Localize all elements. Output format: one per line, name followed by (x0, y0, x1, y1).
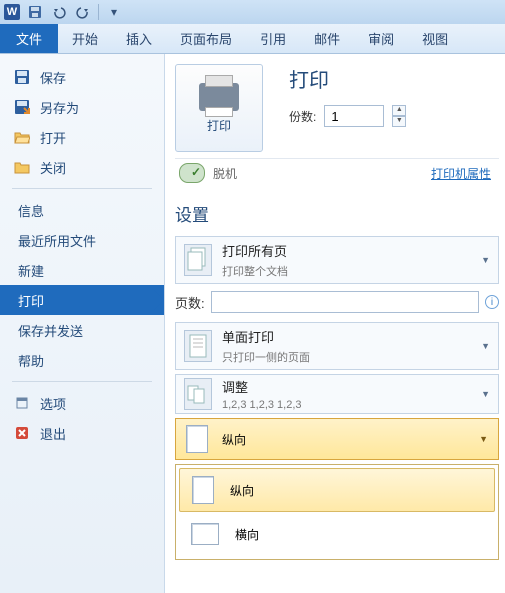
sidebar-label: 关闭 (40, 158, 66, 177)
save-icon (14, 69, 30, 85)
sidebar-item-saveas[interactable]: 另存为 (0, 92, 164, 122)
portrait-page-icon (186, 425, 208, 453)
spinner-up-icon[interactable]: ▲ (392, 105, 406, 116)
ribbon-tabstrip: 文件 开始 插入 页面布局 引用 邮件 审阅 视图 (0, 24, 505, 54)
sidebar-item-recent[interactable]: 最近所用文件 (0, 225, 164, 255)
print-range-dropdown[interactable]: 打印所有页 打印整个文档 ▼ (175, 236, 499, 284)
exit-icon (14, 425, 30, 441)
sidebar-item-open[interactable]: 打开 (0, 122, 164, 152)
print-button[interactable]: 打印 (175, 64, 263, 152)
sidebar-separator (12, 188, 152, 189)
duplex-dropdown[interactable]: 单面打印 只打印一侧的页面 ▼ (175, 322, 499, 370)
redo-qat-icon[interactable] (74, 3, 92, 21)
orientation-option-label: 横向 (235, 526, 259, 543)
tab-review[interactable]: 审阅 (354, 24, 408, 53)
sidebar-label: 另存为 (40, 98, 79, 117)
collate-sub: 1,2,3 1,2,3 1,2,3 (222, 399, 302, 411)
sidebar-item-new[interactable]: 新建 (0, 255, 164, 285)
sidebar-label: 选项 (40, 394, 66, 413)
open-icon (14, 129, 30, 145)
copies-label: 份数: (289, 108, 316, 125)
chevron-down-icon: ▼ (481, 341, 490, 351)
print-range-sub: 打印整个文档 (222, 263, 288, 279)
printer-icon (199, 83, 239, 111)
printer-properties-link[interactable]: 打印机属性 (431, 165, 499, 182)
close-icon (14, 159, 30, 175)
app-icon: W (4, 4, 20, 20)
copies-spinner[interactable]: ▲▼ (392, 105, 406, 127)
sidebar-label: 打印 (18, 291, 44, 310)
chevron-down-icon: ▼ (479, 434, 488, 444)
sidebar-item-info[interactable]: 信息 (0, 195, 164, 225)
collate-dropdown[interactable]: 调整 1,2,3 1,2,3 1,2,3 ▼ (175, 374, 499, 414)
backstage-sidebar: 保存 另存为 打开 关闭 信息 最近所用文件 新建 打印 保存并发送 帮助 选项… (0, 54, 165, 593)
info-icon[interactable]: i (485, 295, 499, 309)
orientation-option-landscape[interactable]: 横向 (179, 512, 495, 556)
tab-insert[interactable]: 插入 (112, 24, 166, 53)
tab-view[interactable]: 视图 (408, 24, 462, 53)
sidebar-label: 新建 (18, 261, 44, 280)
pages-input[interactable] (211, 291, 479, 313)
tab-references[interactable]: 引用 (246, 24, 300, 53)
orientation-popup: 纵向 横向 (175, 464, 499, 560)
qat-customize-icon[interactable]: ▾ (105, 3, 123, 21)
printer-status-icon (179, 163, 205, 183)
sidebar-label: 帮助 (18, 351, 44, 370)
qat-separator (98, 4, 99, 20)
spinner-down-icon[interactable]: ▼ (392, 116, 406, 127)
pages-icon (184, 244, 212, 276)
sidebar-item-options[interactable]: 选项 (0, 388, 164, 418)
sidebar-separator (12, 381, 152, 382)
duplex-icon (184, 330, 212, 362)
print-title: 打印 (289, 64, 406, 93)
duplex-title: 单面打印 (222, 327, 310, 346)
print-button-label: 打印 (207, 117, 231, 134)
save-qat-icon[interactable] (26, 3, 44, 21)
portrait-page-icon (192, 476, 214, 504)
duplex-sub: 只打印一侧的页面 (222, 349, 310, 365)
sidebar-item-help[interactable]: 帮助 (0, 345, 164, 375)
tab-file[interactable]: 文件 (0, 24, 58, 53)
copies-input[interactable] (324, 105, 384, 127)
sidebar-label: 信息 (18, 201, 44, 220)
sidebar-label: 退出 (40, 424, 66, 443)
settings-heading: 设置 (175, 201, 499, 226)
printer-status-text: 脱机 (213, 165, 237, 182)
tab-layout[interactable]: 页面布局 (166, 24, 246, 53)
options-icon (14, 395, 30, 411)
print-range-title: 打印所有页 (222, 241, 288, 260)
sidebar-item-save[interactable]: 保存 (0, 62, 164, 92)
title-bar: W ▾ (0, 0, 505, 24)
sidebar-item-close[interactable]: 关闭 (0, 152, 164, 182)
sidebar-label: 保存并发送 (18, 321, 83, 340)
pages-label: 页数: (175, 293, 205, 312)
sidebar-label: 最近所用文件 (18, 231, 96, 250)
chevron-down-icon: ▼ (481, 389, 490, 399)
tab-mail[interactable]: 邮件 (300, 24, 354, 53)
print-panel: 打印 打印 份数: ▲▼ 脱机 打印机属性 设置 打印所有页 打印整个文档 (165, 54, 505, 593)
sidebar-label: 打开 (40, 128, 66, 147)
chevron-down-icon: ▼ (481, 255, 490, 265)
orientation-dropdown[interactable]: 纵向 ▼ (175, 418, 499, 460)
sidebar-item-exit[interactable]: 退出 (0, 418, 164, 448)
sidebar-item-print[interactable]: 打印 (0, 285, 164, 315)
orientation-option-portrait[interactable]: 纵向 (179, 468, 495, 512)
landscape-page-icon (191, 523, 219, 545)
tab-home[interactable]: 开始 (58, 24, 112, 53)
orientation-selected-label: 纵向 (222, 431, 246, 448)
collate-title: 调整 (222, 377, 302, 396)
collate-icon (184, 378, 212, 410)
orientation-option-label: 纵向 (230, 482, 254, 499)
saveas-icon (14, 99, 30, 115)
sidebar-label: 保存 (40, 68, 66, 87)
undo-qat-icon[interactable] (50, 3, 68, 21)
sidebar-item-savesend[interactable]: 保存并发送 (0, 315, 164, 345)
